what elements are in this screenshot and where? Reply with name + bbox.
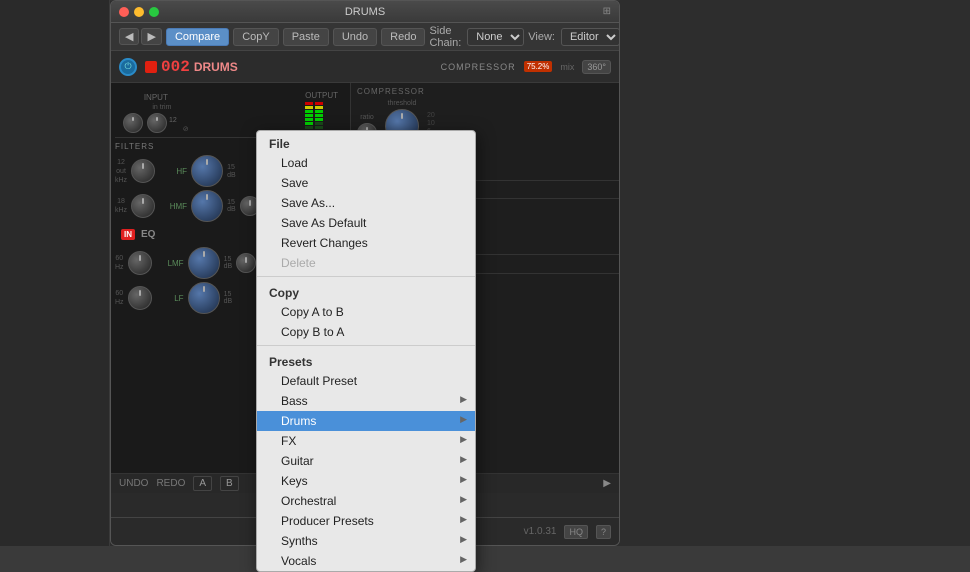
hmf-freq-knob[interactable]: [131, 194, 155, 218]
view-area: View: Editor 🔗: [528, 28, 620, 46]
menu-load[interactable]: Load: [257, 153, 475, 173]
compressor-label: COMPRESSOR: [441, 62, 516, 72]
hq-badge[interactable]: HQ: [564, 525, 588, 539]
sidechain-area: Side Chain: None: [429, 25, 524, 49]
in-badge: IN: [121, 229, 135, 240]
help-badge[interactable]: ?: [596, 525, 611, 539]
forward-button[interactable]: ▶: [141, 28, 161, 45]
copy-header: Copy: [257, 280, 475, 302]
separator-2: [257, 345, 475, 346]
menu-vocals[interactable]: Vocals: [257, 551, 475, 571]
eq-label: EQ: [141, 229, 155, 240]
badge-360: 360°: [582, 60, 611, 74]
copy-button[interactable]: CopY: [233, 28, 279, 46]
mix-label: mix: [560, 62, 574, 72]
io-section: INPUT in trim 12 ⊘: [115, 87, 346, 133]
power-button[interactable]: ⏻: [119, 58, 137, 76]
toolbar: ◀ ▶ Compare CopY Paste Undo Redo Side Ch…: [111, 23, 619, 51]
input-knob[interactable]: [123, 113, 143, 133]
undo-button[interactable]: Undo: [333, 28, 377, 46]
menu-save[interactable]: Save: [257, 173, 475, 193]
preset-redo-label[interactable]: REDO: [156, 478, 185, 489]
version-text: v1.0.31: [524, 526, 557, 537]
lmf-q-knob[interactable]: [236, 253, 256, 273]
redo-button[interactable]: Redo: [381, 28, 425, 46]
lf-label: LF: [156, 294, 184, 303]
left-sidebar: [0, 0, 110, 546]
sidechain-select[interactable]: None: [467, 28, 524, 46]
right-area: [620, 0, 970, 546]
sidechain-label: Side Chain:: [429, 25, 461, 49]
hf-label: HF: [159, 167, 187, 176]
expand-icon[interactable]: ⊞: [603, 6, 611, 17]
track-name: DRUMS: [194, 60, 238, 74]
menu-revert[interactable]: Revert Changes: [257, 233, 475, 253]
menu-keys[interactable]: Keys: [257, 471, 475, 491]
menu-bass[interactable]: Bass: [257, 391, 475, 411]
back-button[interactable]: ◀: [119, 28, 139, 45]
hf-freq-knob[interactable]: [131, 159, 155, 183]
minimize-button[interactable]: [134, 7, 144, 17]
compressor-pct: 75.2%: [524, 61, 553, 72]
file-header: File: [257, 131, 475, 153]
trim-knob[interactable]: [147, 113, 167, 133]
comp-section-label: COMPRESSOR: [357, 87, 425, 96]
preset-a-label[interactable]: A: [193, 476, 212, 491]
lmf-label: LMF: [156, 259, 184, 268]
lf-freq-knob[interactable]: [128, 286, 152, 310]
separator-1: [257, 276, 475, 277]
menu-copy-b-to-a[interactable]: Copy B to A: [257, 322, 475, 342]
window-title: DRUMS: [345, 6, 385, 18]
menu-save-as[interactable]: Save As...: [257, 193, 475, 213]
preset-arrow: ▶: [603, 478, 611, 489]
close-button[interactable]: [119, 7, 129, 17]
presets-header: Presets: [257, 349, 475, 371]
traffic-lights: [119, 7, 159, 17]
channel-header: ⏻ 002 DRUMS COMPRESSOR 75.2% mix 360°: [111, 51, 619, 83]
menu-copy-a-to-b[interactable]: Copy A to B: [257, 302, 475, 322]
menu-guitar[interactable]: Guitar: [257, 451, 475, 471]
menu-producer-presets[interactable]: Producer Presets: [257, 511, 475, 531]
menu-save-as-default[interactable]: Save As Default: [257, 213, 475, 233]
output-meters: [305, 102, 323, 133]
hmf-gain-knob[interactable]: [191, 190, 223, 222]
hmf-label: HMF: [159, 202, 187, 211]
lf-gain-knob[interactable]: [188, 282, 220, 314]
compare-button[interactable]: Compare: [166, 28, 229, 46]
bottom-right: v1.0.31 HQ ?: [524, 525, 611, 539]
view-select[interactable]: Editor: [561, 28, 620, 46]
track-number: 002: [161, 58, 190, 76]
preset-undo-label[interactable]: UNDO: [119, 478, 148, 489]
view-label: View:: [528, 31, 555, 43]
menu-drums[interactable]: Drums: [257, 411, 475, 431]
paste-button[interactable]: Paste: [283, 28, 329, 46]
nav-buttons: ◀ ▶: [119, 28, 162, 45]
menu-default-preset[interactable]: Default Preset: [257, 371, 475, 391]
menu-synths[interactable]: Synths: [257, 531, 475, 551]
maximize-button[interactable]: [149, 7, 159, 17]
lmf-freq-knob[interactable]: [128, 251, 152, 275]
context-menu: File Load Save Save As... Save As Defaul…: [256, 130, 476, 572]
lmf-gain-knob[interactable]: [188, 247, 220, 279]
menu-orchestral[interactable]: Orchestral: [257, 491, 475, 511]
preset-b-label[interactable]: B: [220, 476, 239, 491]
menu-delete[interactable]: Delete: [257, 253, 475, 273]
title-bar: DRUMS ⊞: [111, 1, 619, 23]
orange-indicator: [145, 61, 157, 73]
hf-gain-knob[interactable]: [191, 155, 223, 187]
menu-fx[interactable]: FX: [257, 431, 475, 451]
